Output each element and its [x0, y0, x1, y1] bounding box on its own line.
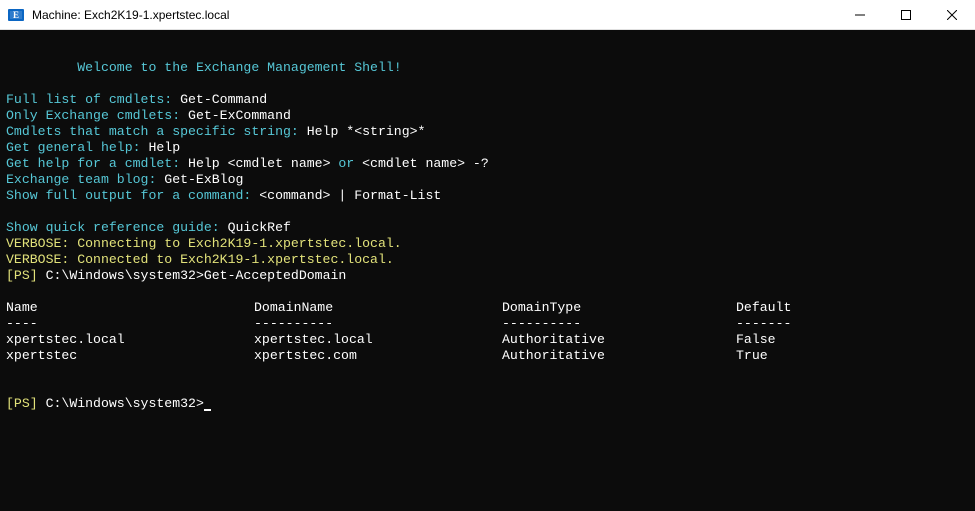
close-icon [947, 10, 957, 20]
minimize-button[interactable] [837, 0, 883, 29]
table-row: xpertstecxpertstec.comAuthoritativeTrue [6, 348, 969, 364]
svg-text:E: E [13, 10, 19, 20]
window-titlebar: E Machine: Exch2K19-1.xpertstec.local [0, 0, 975, 30]
table-separator: ------------------------------- [6, 316, 969, 332]
terminal-cursor [204, 397, 211, 411]
terminal-content: Welcome to the Exchange Management Shell… [6, 60, 969, 412]
minimize-icon [855, 10, 865, 20]
close-button[interactable] [929, 0, 975, 29]
command-input: Get-AcceptedDomain [204, 268, 346, 283]
table-row: xpertstec.localxpertstec.localAuthoritat… [6, 332, 969, 348]
maximize-icon [901, 10, 911, 20]
maximize-button[interactable] [883, 0, 929, 29]
table-header: NameDomainNameDomainTypeDefault [6, 300, 969, 316]
app-icon: E [6, 5, 26, 25]
window-title: Machine: Exch2K19-1.xpertstec.local [32, 8, 837, 22]
terminal-area[interactable]: Welcome to the Exchange Management Shell… [0, 30, 975, 511]
window-controls [837, 0, 975, 29]
